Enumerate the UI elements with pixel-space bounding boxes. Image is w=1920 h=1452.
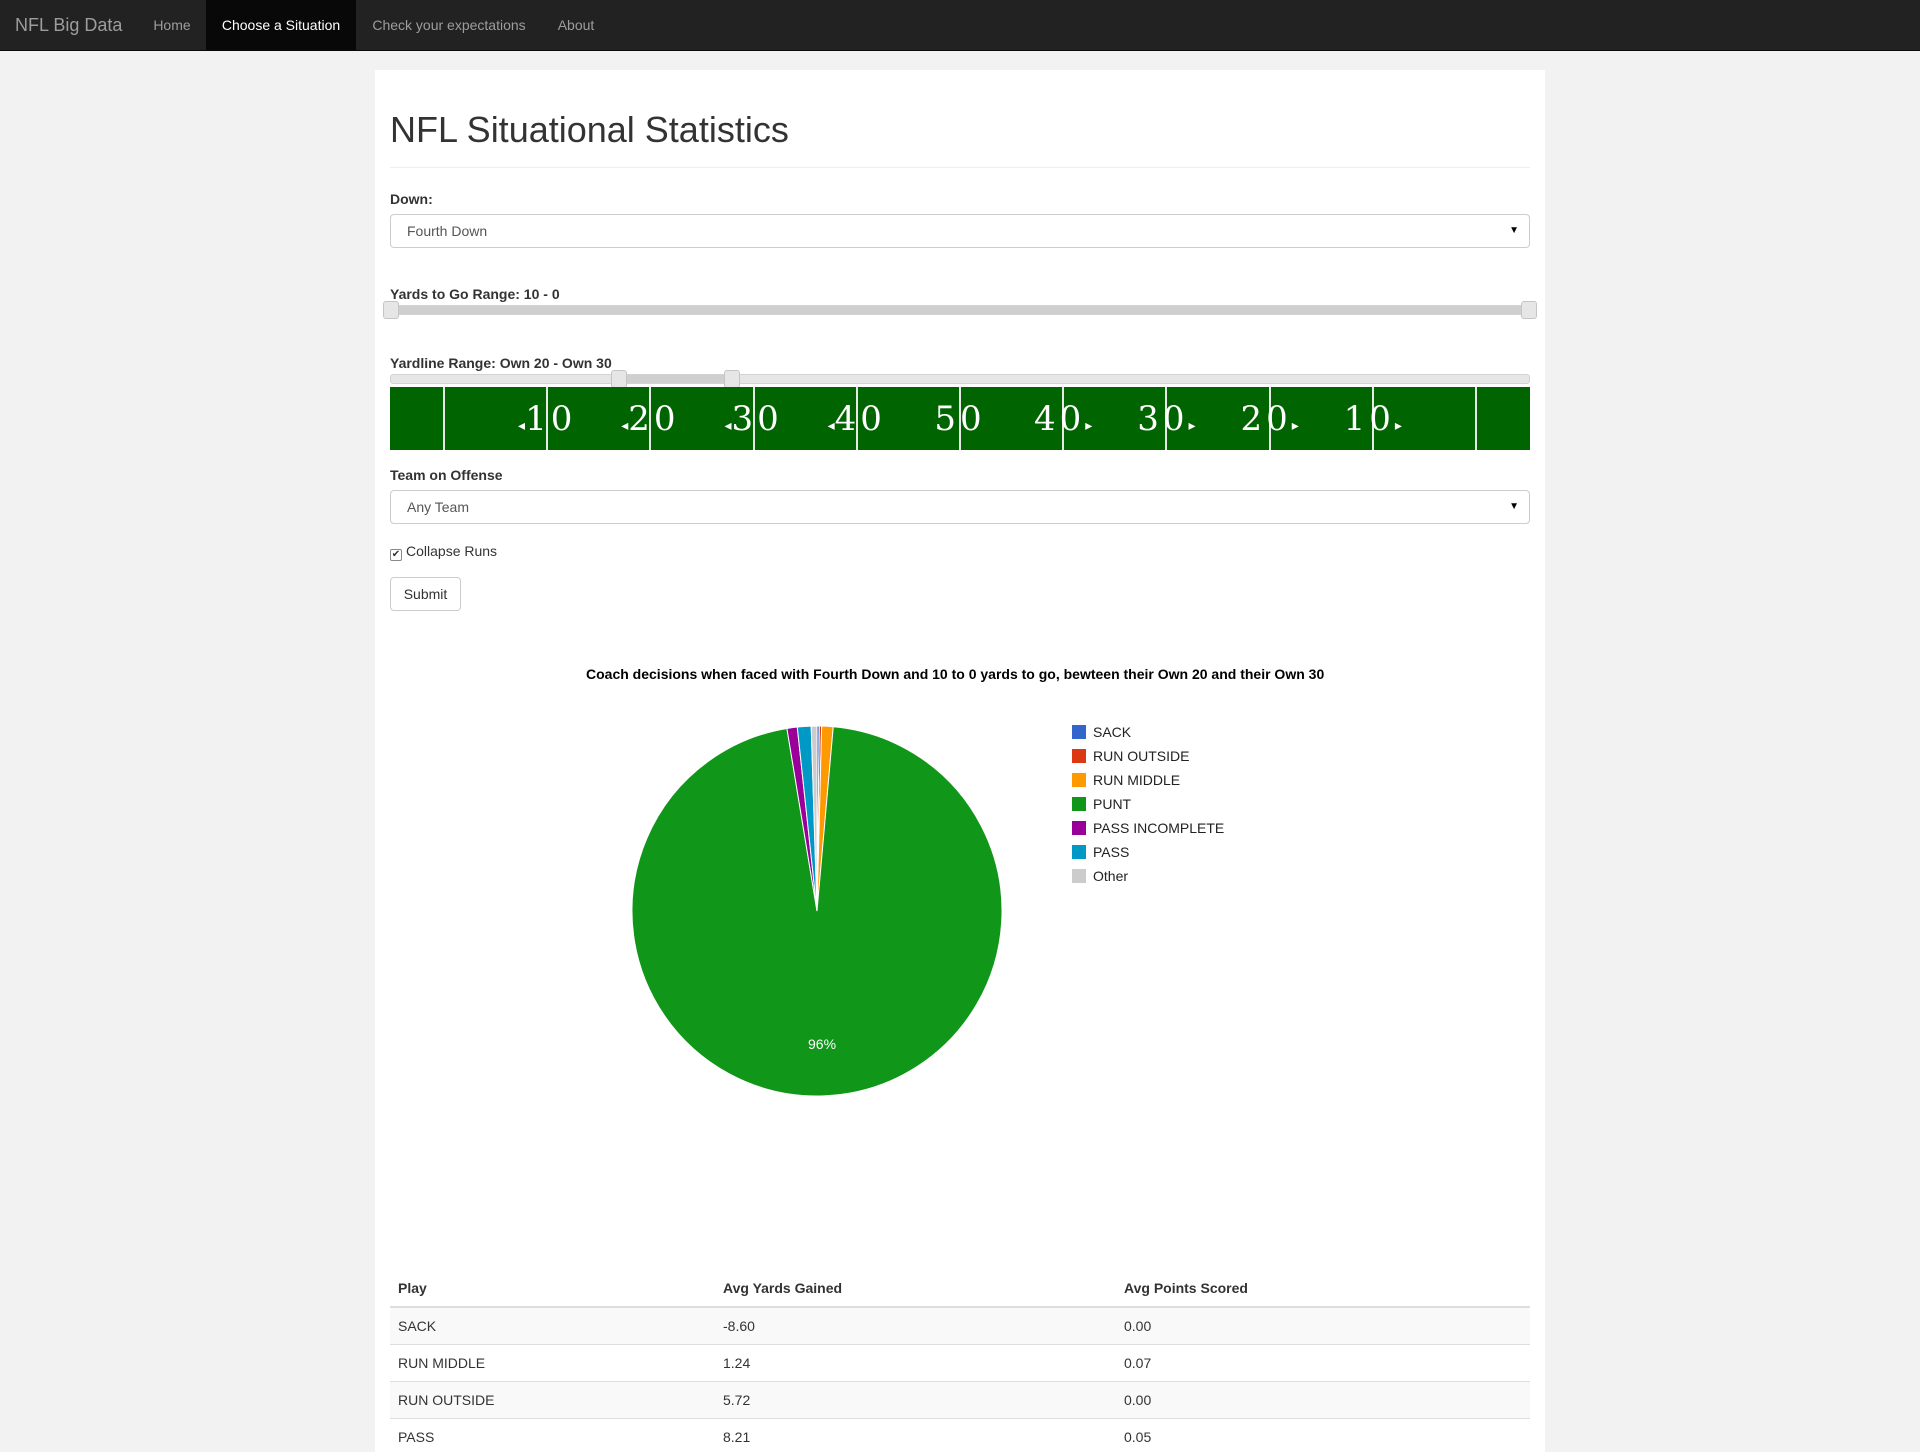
legend-item[interactable]: PUNT (1072, 796, 1224, 820)
legend-item[interactable]: SACK (1072, 724, 1224, 748)
legend-label: RUN OUTSIDE (1093, 748, 1190, 764)
legend-swatch (1072, 749, 1086, 763)
table-cell: 8.21 (715, 1417, 1116, 1452)
navbar: NFL Big Data Home Choose a Situation Che… (0, 0, 1920, 51)
table-cell: 0.00 (1116, 1306, 1530, 1344)
legend-item[interactable]: RUN OUTSIDE (1072, 748, 1224, 772)
legend-swatch (1072, 773, 1086, 787)
table-header: Play (390, 1269, 715, 1308)
legend-item[interactable]: RUN MIDDLE (1072, 772, 1224, 796)
nav-home[interactable]: Home (138, 0, 206, 50)
table-header: Avg Yards Gained (715, 1269, 1116, 1308)
legend-swatch (1072, 869, 1086, 883)
table-cell: RUN MIDDLE (390, 1343, 715, 1381)
table-row: RUN MIDDLE 1.24 0.07 (390, 1343, 1530, 1381)
legend-label: SACK (1093, 724, 1132, 740)
legend-swatch (1072, 821, 1086, 835)
nav-check-expectations[interactable]: Check your expectations (356, 0, 542, 50)
table-row: RUN OUTSIDE 5.72 0.00 (390, 1380, 1530, 1418)
table-cell: -8.60 (715, 1306, 1116, 1344)
table-row: PASS 8.21 0.05 (390, 1417, 1530, 1452)
main-container: NFL Situational Statistics Down: Fourth … (375, 70, 1545, 1452)
table-cell: 0.07 (1116, 1343, 1530, 1381)
chart-legend: SACK RUN OUTSIDE RUN MIDDLE PUNT PASS INCOMP… (1072, 724, 1224, 892)
legend-swatch (1072, 845, 1086, 859)
legend-label: PUNT (1093, 796, 1132, 812)
table-cell: 5.72 (715, 1380, 1116, 1418)
pie-data-label: 96% (808, 1036, 836, 1052)
legend-item[interactable]: PASS (1072, 844, 1224, 868)
brand-link[interactable]: NFL Big Data (15, 0, 122, 50)
legend-swatch (1072, 797, 1086, 811)
table-cell: RUN OUTSIDE (390, 1380, 715, 1418)
legend-swatch (1072, 725, 1086, 739)
table-header-row: Play Avg Yards Gained Avg Points Scored (390, 1269, 1530, 1308)
table-cell: SACK (390, 1306, 715, 1344)
nav-about[interactable]: About (542, 0, 610, 50)
legend-label: PASS (1093, 844, 1130, 860)
table-row: SACK -8.60 0.00 (390, 1306, 1530, 1344)
legend-item[interactable]: Other (1072, 868, 1224, 892)
legend-label: RUN MIDDLE (1093, 772, 1181, 788)
table-cell: PASS (390, 1417, 715, 1452)
nav-choose-situation[interactable]: Choose a Situation (206, 0, 356, 50)
table-cell: 0.00 (1116, 1380, 1530, 1418)
legend-label: PASS INCOMPLETE (1093, 820, 1225, 836)
table-cell: 1.24 (715, 1343, 1116, 1381)
table-header: Avg Points Scored (1116, 1269, 1530, 1308)
legend-item[interactable]: PASS INCOMPLETE (1072, 820, 1224, 844)
pie-chart: 96% (631, 725, 1003, 1097)
legend-label: Other (1093, 868, 1129, 884)
stats-table: Play Avg Yards Gained Avg Points Scored … (390, 1269, 1530, 1452)
table-cell: 0.05 (1116, 1417, 1530, 1452)
